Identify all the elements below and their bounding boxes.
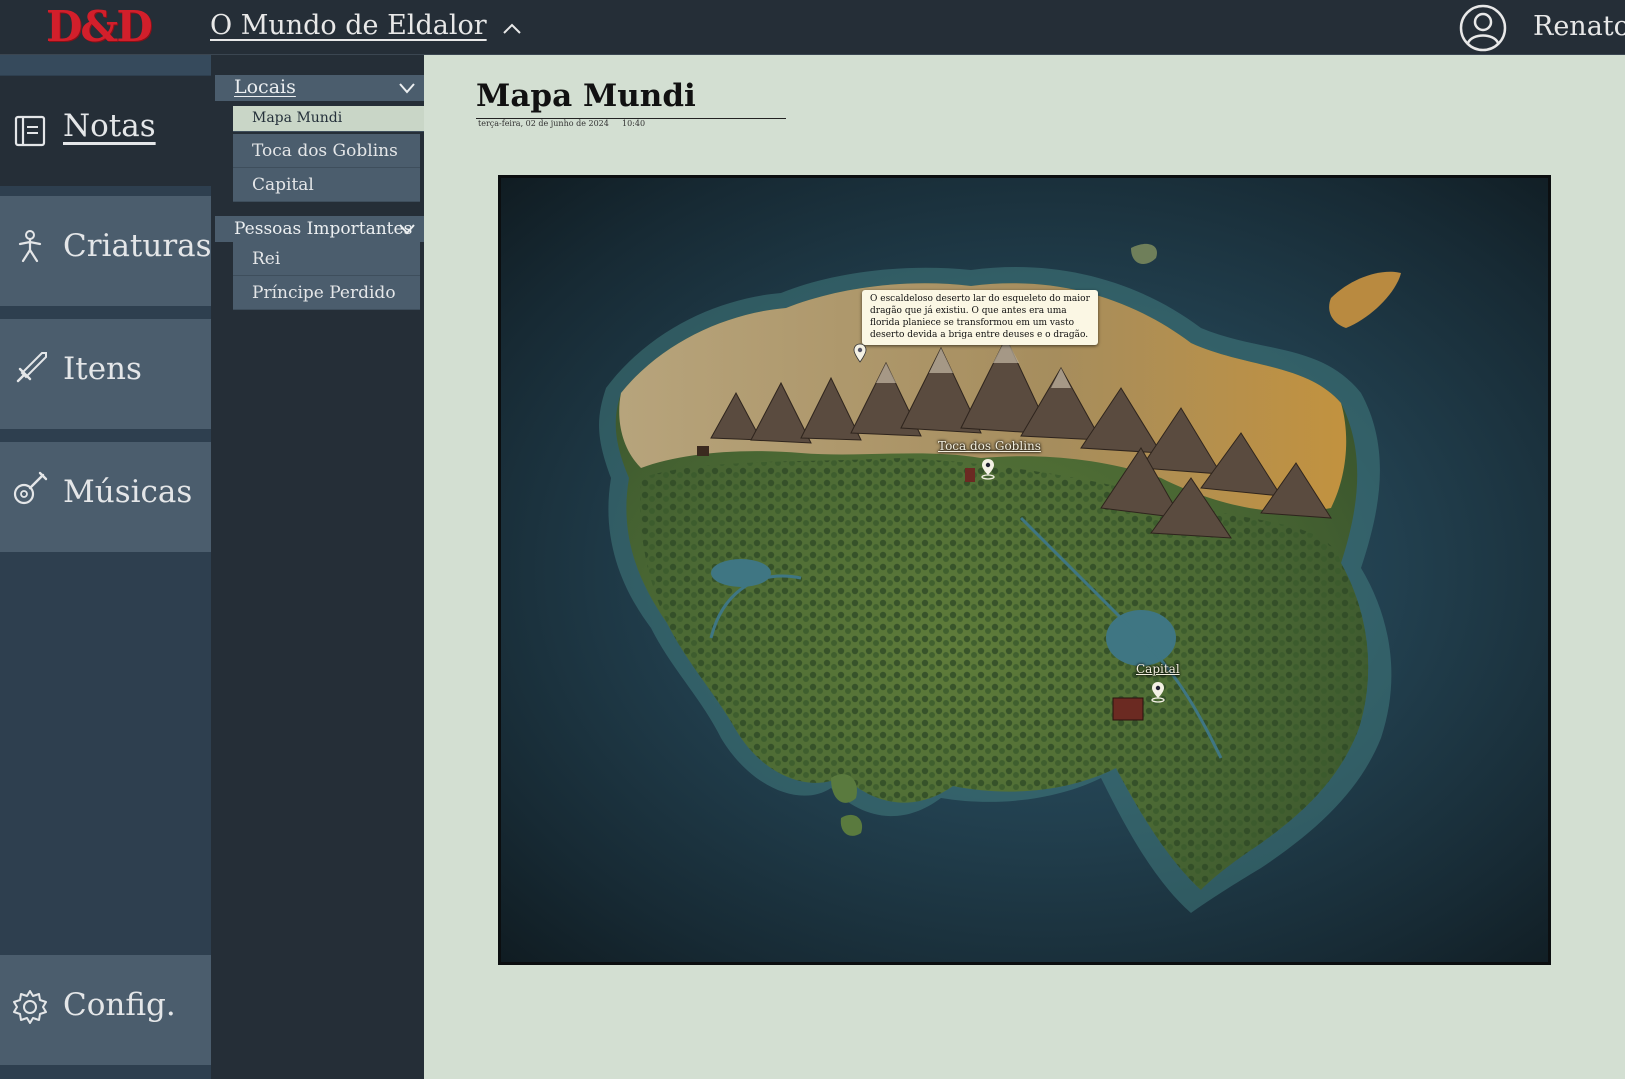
top-bar: D&D O Mundo de Eldalor Renato [0,0,1625,55]
group-label: Pessoas Importantes [234,219,413,239]
note-item-capital[interactable]: Capital [233,168,420,202]
user-avatar-icon[interactable] [1458,3,1508,53]
creature-icon [18,230,42,263]
map-pin-icon[interactable] [853,343,867,363]
notes-icon [14,115,46,147]
sidebar-item-criaturas[interactable]: Criaturas [0,196,212,306]
note-date: terça-feira, 02 de junho de 2024 [478,119,609,128]
world-title-link[interactable]: O Mundo de Eldalor [210,10,487,41]
note-item-label: Capital [252,175,314,195]
notes-tree-panel: Locais Mapa Mundi Toca dos Goblins Capit… [211,55,424,1079]
sidebar-item-label: Itens [63,351,142,387]
note-item-mapa-mundi[interactable]: Mapa Mundi [233,106,424,132]
sidebar-item-label: Config. [63,987,176,1023]
group-label: Locais [234,76,296,98]
sidebar-item-notas[interactable]: Notas [0,76,211,186]
group-pessoas-importantes[interactable]: Pessoas Importantes [215,216,424,242]
note-item-rei[interactable]: Rei [233,242,420,276]
dnd-logo[interactable]: D&D [46,4,153,50]
guitar-icon [13,471,48,505]
sidebar-item-label: Músicas [63,474,193,510]
location-pin-icon[interactable] [1150,681,1166,703]
map-tooltip: O escaldeloso deserto lar do esqueleto d… [862,290,1098,345]
note-time: 10:40 [622,119,646,128]
note-item-toca-dos-goblins[interactable]: Toca dos Goblins [233,134,420,168]
chevron-down-icon[interactable] [398,81,416,95]
chevron-up-icon[interactable] [500,18,524,38]
map-label-toca-dos-goblins[interactable]: Toca dos Goblins [938,439,1041,453]
chevron-down-icon[interactable] [398,222,416,236]
sword-icon [16,352,47,383]
user-name[interactable]: Renato [1533,11,1625,42]
sidebar: Notas Criaturas Itens Músicas Config. [0,55,212,1079]
sidebar-item-musicas[interactable]: Músicas [0,442,211,552]
note-title[interactable]: Mapa Mundi [476,78,696,114]
sidebar-top-strip [0,55,211,75]
sidebar-item-config[interactable]: Config. [0,955,211,1065]
location-pin-icon[interactable] [980,458,996,480]
sidebar-item-label: Notas [63,108,156,144]
note-item-label: Mapa Mundi [252,110,343,126]
note-item-principe-perdido[interactable]: Príncipe Perdido [233,276,420,310]
map-label-capital[interactable]: Capital [1136,662,1180,676]
note-item-label: Rei [252,249,281,269]
note-item-label: Príncipe Perdido [252,283,396,303]
note-item-label: Toca dos Goblins [252,141,398,161]
sidebar-item-label: Criaturas [63,228,212,264]
gear-icon [13,990,47,1024]
sidebar-item-itens[interactable]: Itens [0,319,211,429]
group-locais[interactable]: Locais [215,75,424,101]
